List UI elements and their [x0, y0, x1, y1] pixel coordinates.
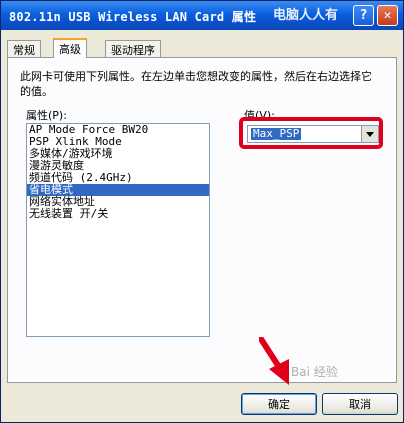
list-item[interactable]: 无线装置 开/关 — [27, 208, 209, 220]
properties-dialog: 802.11n USB Wireless LAN Card 属性 电脑人人有 ?… — [0, 0, 404, 423]
window-title: 802.11n USB Wireless LAN Card 属性 — [9, 10, 257, 24]
ok-button[interactable]: 确定 — [241, 393, 317, 415]
tab-advanced[interactable]: 高级 — [53, 38, 87, 58]
property-label: 属性(P): — [26, 109, 67, 122]
advanced-panel: 此网卡可使用下列属性。在左边单击您想改变的属性，然后在右边选择它的值。 属性(P… — [7, 57, 397, 383]
description-text: 此网卡可使用下列属性。在左边单击您想改变的属性，然后在右边选择它的值。 — [20, 70, 372, 98]
watermark-text: 电脑人人有 — [273, 8, 339, 23]
property-list[interactable]: AP Mode Force BW20 PSP Xlink Mode 多媒体/游戏… — [26, 123, 210, 337]
title-bar[interactable]: 802.11n USB Wireless LAN Card 属性 电脑人人有 ?… — [1, 1, 403, 30]
red-arrow-icon — [258, 336, 295, 392]
highlight-box — [239, 117, 383, 149]
baidu-watermark: Bai 经验 — [291, 365, 338, 379]
cancel-button[interactable]: 取消 — [322, 393, 398, 415]
close-button[interactable]: ✕ — [377, 5, 398, 26]
tab-driver[interactable]: 驱动程序 — [105, 40, 161, 57]
help-button[interactable]: ? — [353, 5, 374, 26]
tab-general[interactable]: 常规 — [7, 40, 41, 57]
